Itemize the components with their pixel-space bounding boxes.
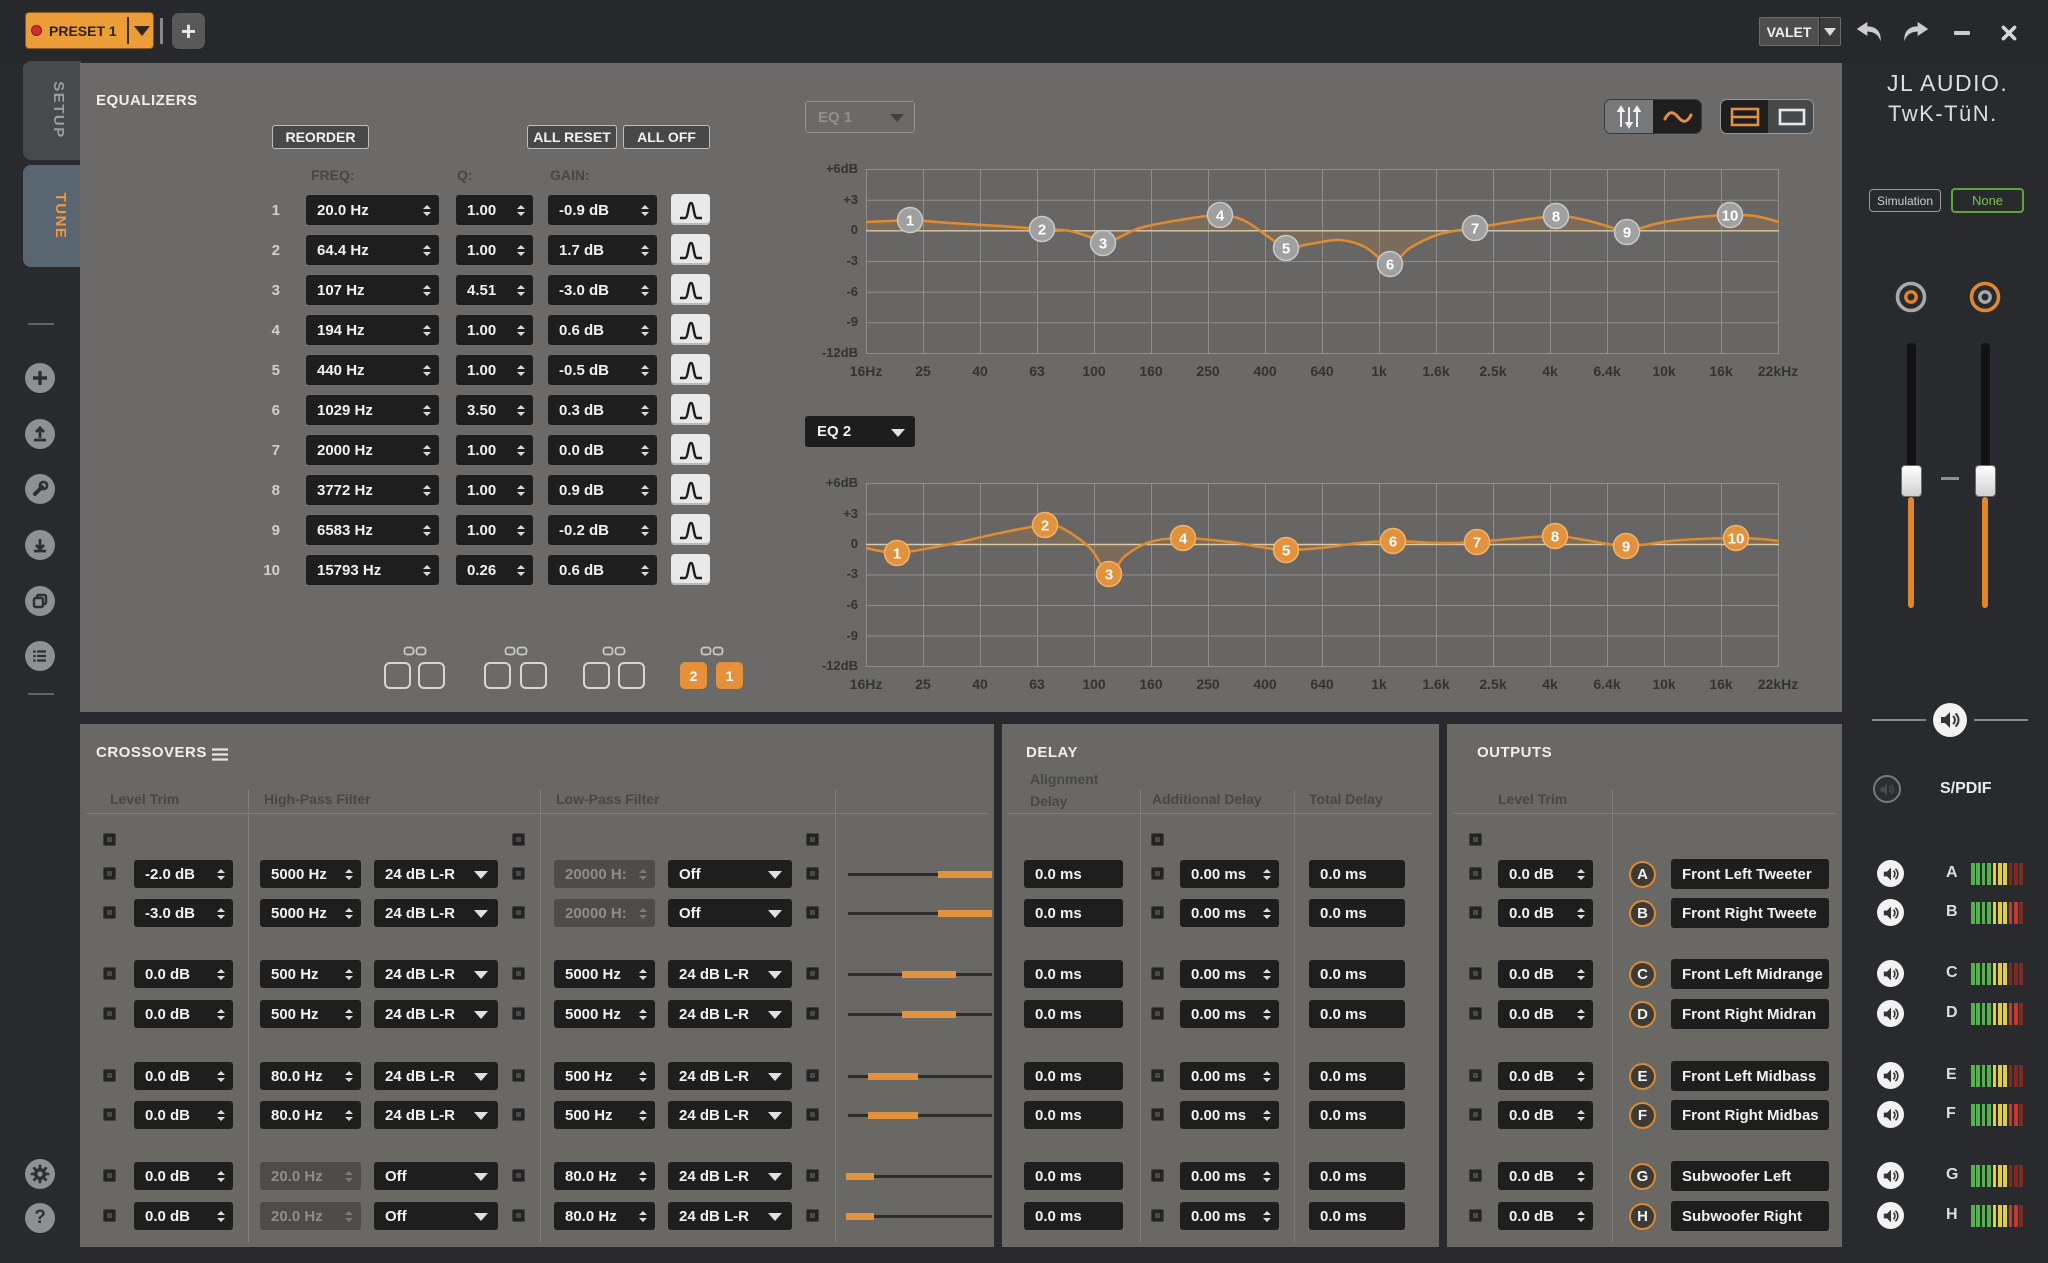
svg-text:2: 2 <box>1041 518 1049 535</box>
svg-text:8: 8 <box>1551 529 1559 546</box>
svg-text:3: 3 <box>1105 567 1113 584</box>
svg-text:10: 10 <box>1728 531 1745 548</box>
svg-text:5: 5 <box>1282 241 1290 258</box>
svg-text:1: 1 <box>893 546 901 563</box>
svg-text:10: 10 <box>1722 208 1739 225</box>
svg-text:1: 1 <box>906 213 914 230</box>
svg-text:4: 4 <box>1179 531 1188 548</box>
svg-text:6: 6 <box>1386 257 1394 274</box>
svg-text:7: 7 <box>1473 535 1481 552</box>
svg-text:3: 3 <box>1099 236 1107 253</box>
svg-text:7: 7 <box>1471 221 1479 238</box>
svg-text:9: 9 <box>1622 539 1630 556</box>
svg-text:5: 5 <box>1282 543 1290 560</box>
svg-text:8: 8 <box>1552 209 1560 226</box>
svg-text:2: 2 <box>1038 222 1046 239</box>
svg-text:9: 9 <box>1623 225 1631 242</box>
svg-text:6: 6 <box>1389 534 1397 551</box>
svg-text:4: 4 <box>1216 208 1225 225</box>
